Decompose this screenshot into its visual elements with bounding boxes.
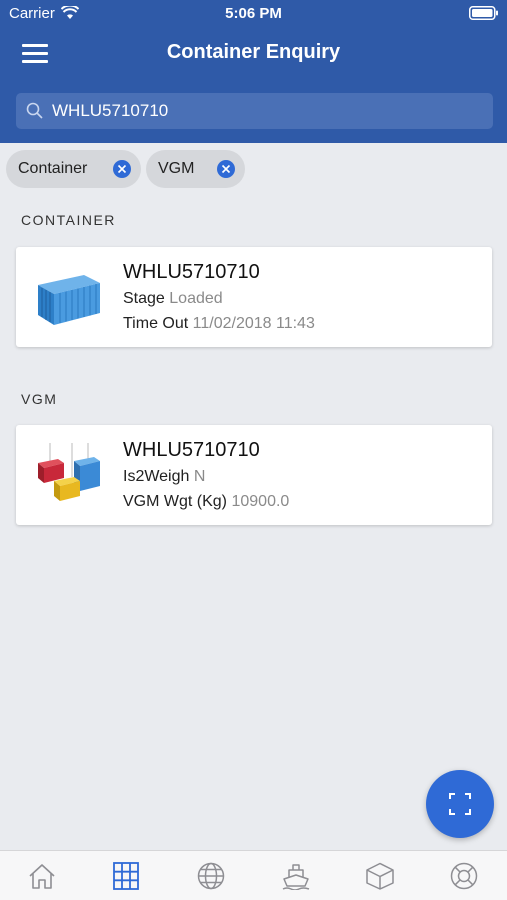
tab-ship[interactable] [266,851,326,900]
is2weigh-label: Is2Weigh [123,468,190,485]
section-title-vgm: VGM [21,391,58,407]
filter-chip-vgm[interactable]: VGM [146,150,245,188]
is2weigh-value: N [193,468,206,485]
stage-value: Loaded [169,290,223,307]
scan-icon [449,793,471,815]
container-result-card[interactable]: WHLU5710710 Stage Loaded Time Out 11/02/… [16,247,492,347]
time-out-value: 11/02/2018 11:43 [192,315,315,332]
scan-button[interactable] [426,770,494,838]
ship-icon [282,864,310,890]
page-title: Container Enquiry [166,41,341,63]
globe-icon [197,862,225,890]
status-time: 5:06 PM [225,5,282,22]
vgm-containers-image [34,441,106,507]
is2weigh-row: Is2Weigh N [123,468,205,486]
search-bar[interactable] [16,93,493,129]
filter-chip-label: VGM [158,160,195,177]
vgm-result-card[interactable]: WHLU5710710 Is2Weigh N VGM Wgt (Kg) 1090… [16,425,492,525]
lifebuoy-icon [450,862,478,890]
vgm-weight-row: VGM Wgt (Kg) 10900.0 [123,493,289,511]
tab-home[interactable] [12,851,72,900]
section-title-container: CONTAINER [21,212,116,228]
filter-chip-container[interactable]: Container [6,150,141,188]
search-icon [26,102,44,125]
vgm-weight-value: 10900.0 [231,493,290,510]
tab-grid[interactable] [96,851,156,900]
tab-globe[interactable] [181,851,241,900]
container-image [34,263,106,329]
stage-row: Stage Loaded [123,290,223,308]
filter-chip-label: Container [18,160,88,177]
app-header: Container Enquiry [0,28,507,143]
grid-icon [113,862,139,890]
remove-filter-icon[interactable] [113,160,131,178]
search-input[interactable] [52,93,482,129]
bottom-tab-bar [0,850,507,900]
home-icon [29,864,55,889]
stage-label: Stage [123,290,165,307]
status-bar: Carrier 5:06 PM [0,0,507,28]
tab-box[interactable] [350,851,410,900]
vgm-container-number: WHLU5710710 [123,439,260,461]
box-icon [366,862,394,890]
tab-support[interactable] [434,851,494,900]
battery-icon [469,6,499,24]
vgm-weight-label: VGM Wgt (Kg) [123,493,228,510]
container-number: WHLU5710710 [123,261,260,283]
time-out-row: Time Out 11/02/2018 11:43 [123,315,315,333]
time-out-label: Time Out [123,315,189,332]
remove-filter-icon[interactable] [217,160,235,178]
